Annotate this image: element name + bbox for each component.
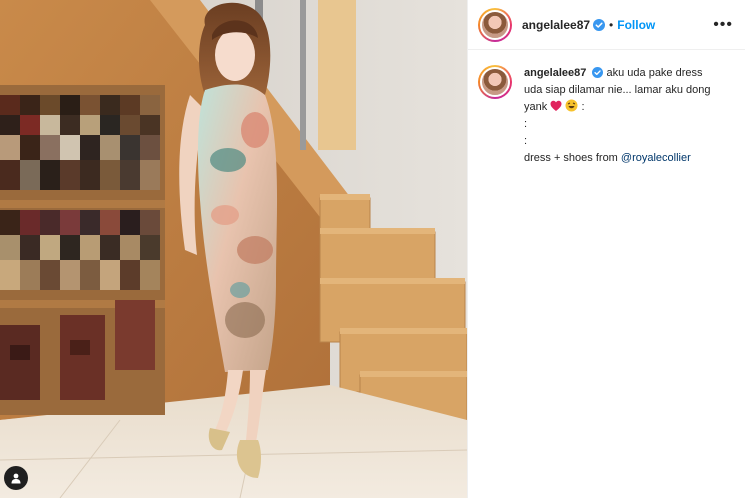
caption-username[interactable]: angelalee87 bbox=[524, 67, 586, 79]
separator-dot: • bbox=[609, 17, 614, 32]
rolling-laughing-emoji bbox=[565, 99, 578, 112]
photo-scene bbox=[0, 0, 467, 498]
user-avatar[interactable] bbox=[478, 7, 512, 42]
post-header: angelalee87 • Follow ••• bbox=[468, 0, 745, 50]
caption-comment: angelalee87 aku uda pake dress uda siap … bbox=[468, 50, 745, 167]
follow-button[interactable]: Follow bbox=[617, 18, 655, 32]
mention-link[interactable]: @royalecollier bbox=[621, 152, 691, 164]
post-photo[interactable] bbox=[0, 0, 467, 498]
more-options-icon[interactable]: ••• bbox=[713, 16, 733, 33]
post-sidebar: angelalee87 • Follow ••• angelalee87 aku… bbox=[467, 0, 745, 498]
caption-line-3-suffix: : bbox=[581, 101, 585, 114]
caption-line-6: dress + shoes from bbox=[524, 152, 618, 165]
user-tag-icon bbox=[11, 473, 21, 484]
post-username[interactable]: angelalee87 bbox=[522, 18, 590, 32]
verified-badge-icon bbox=[593, 18, 606, 31]
caption-line-1: aku uda pake dress bbox=[606, 67, 703, 79]
verified-badge-icon bbox=[592, 67, 604, 78]
red-heart-emoji bbox=[550, 100, 562, 112]
caption-avatar[interactable] bbox=[478, 65, 512, 99]
caption-line-2: uda siap dilamar nie... lamar aku dong bbox=[524, 84, 711, 97]
caption-line-5: : bbox=[524, 135, 528, 148]
caption-line-4: : bbox=[524, 118, 528, 131]
caption-text: angelalee87 aku uda pake dress uda siap … bbox=[524, 65, 724, 167]
caption-line-3: yank bbox=[524, 101, 548, 114]
user-tag-button[interactable] bbox=[4, 466, 28, 490]
